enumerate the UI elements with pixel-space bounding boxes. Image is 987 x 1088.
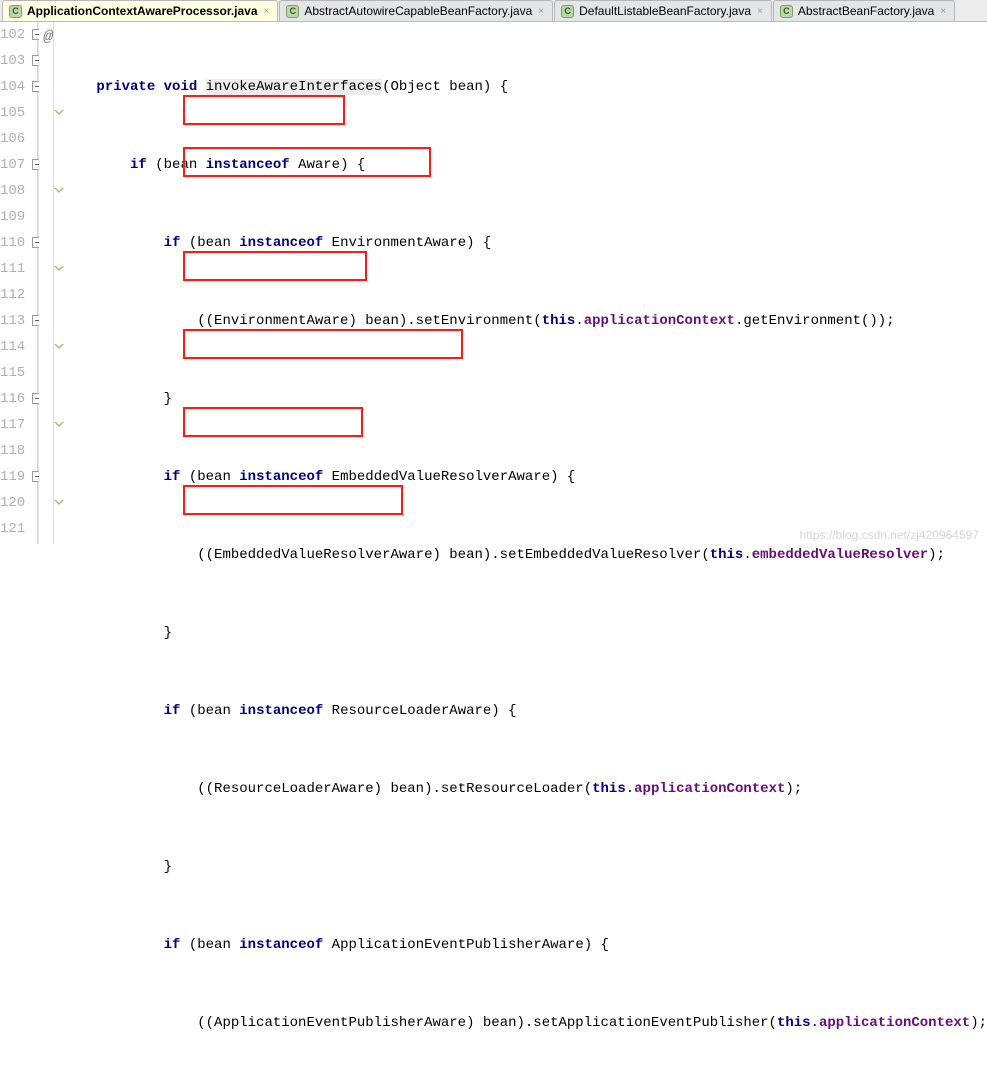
tab-3[interactable]: C AbstractBeanFactory.java ×: [773, 0, 955, 21]
code-line: if (bean instanceof ResourceLoaderAware)…: [63, 698, 987, 724]
code-line: ((ResourceLoaderAware) bean).setResource…: [63, 776, 987, 802]
code-line: if (bean instanceof EnvironmentAware) {: [63, 230, 987, 256]
java-class-icon: C: [286, 5, 299, 18]
tab-label: AbstractBeanFactory.java: [798, 4, 935, 18]
code-line: private void invokeAwareInterfaces(Objec…: [63, 74, 987, 100]
gutter-fold[interactable]: [31, 22, 39, 544]
code-line: if (bean instanceof ApplicationEventPubl…: [63, 932, 987, 958]
code-line: ((EnvironmentAware) bean).setEnvironment…: [63, 308, 987, 334]
java-class-icon: C: [561, 5, 574, 18]
gutter-annotations: @: [39, 22, 54, 544]
code-line: }: [63, 386, 987, 412]
tab-label: ApplicationContextAwareProcessor.java: [27, 4, 258, 18]
code-line: ((EmbeddedValueResolverAware) bean).setE…: [63, 542, 987, 568]
tab-0[interactable]: C ApplicationContextAwareProcessor.java …: [2, 0, 278, 21]
code-line: }: [63, 620, 987, 646]
gutter-line-numbers: 102103104105106 107108109110111 11211311…: [0, 22, 31, 544]
close-icon[interactable]: ×: [757, 6, 763, 17]
java-class-icon: C: [9, 5, 22, 18]
override-annotation-icon: @: [43, 24, 53, 50]
tab-1[interactable]: C AbstractAutowireCapableBeanFactory.jav…: [279, 0, 553, 21]
code-line: }: [63, 854, 987, 880]
code-content[interactable]: private void invokeAwareInterfaces(Objec…: [61, 22, 987, 544]
java-class-icon: C: [780, 5, 793, 18]
close-icon[interactable]: ×: [264, 6, 270, 17]
editor-tabbar: C ApplicationContextAwareProcessor.java …: [0, 0, 987, 22]
tab-label: DefaultListableBeanFactory.java: [579, 4, 751, 18]
code-line: if (bean instanceof EmbeddedValueResolve…: [63, 464, 987, 490]
code-editor[interactable]: 102103104105106 107108109110111 11211311…: [0, 22, 987, 544]
code-line: if (bean instanceof Aware) {: [63, 152, 987, 178]
watermark: https://blog.csdn.net/zj420964597: [800, 528, 979, 542]
tab-label: AbstractAutowireCapableBeanFactory.java: [304, 4, 532, 18]
close-icon[interactable]: ×: [940, 6, 946, 17]
close-icon[interactable]: ×: [538, 6, 544, 17]
tab-2[interactable]: C DefaultListableBeanFactory.java ×: [554, 0, 772, 21]
code-line: ((ApplicationEventPublisherAware) bean).…: [63, 1010, 987, 1036]
gutter-intention: [54, 22, 61, 544]
